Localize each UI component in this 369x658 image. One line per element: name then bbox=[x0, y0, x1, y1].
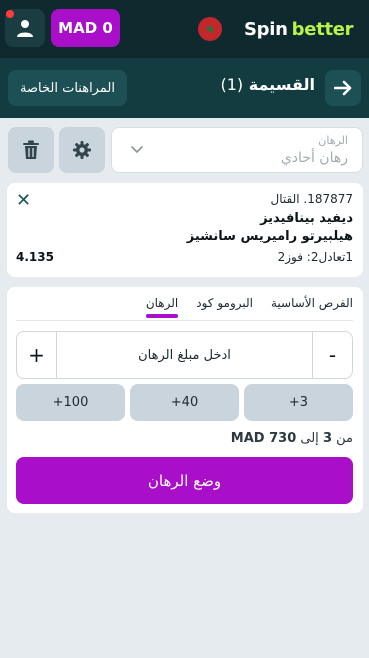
spinbetter-logo[interactable]: Spin better bbox=[244, 17, 354, 41]
arrow-right-icon bbox=[334, 80, 352, 96]
stake-panel: الرهان البرومو كود الفرص الأساسية + ادخل… bbox=[7, 287, 363, 513]
trash-icon bbox=[23, 140, 39, 159]
range-to: إلى bbox=[300, 431, 319, 446]
tab-promo-code[interactable]: البرومو كود bbox=[196, 296, 253, 318]
clear-slip-button[interactable] bbox=[8, 127, 54, 173]
stake-stepper: + ادخل مبلغ الرهان - bbox=[16, 331, 353, 379]
bet-type-label: الرهان bbox=[318, 134, 348, 147]
range-prefix: من bbox=[336, 431, 353, 446]
quick-amount-100[interactable]: +100 bbox=[16, 384, 125, 421]
user-icon bbox=[17, 20, 33, 37]
back-button[interactable] bbox=[325, 70, 361, 106]
tab-basic-chances[interactable]: الفرص الأساسية bbox=[271, 296, 353, 318]
notification-dot bbox=[6, 10, 14, 18]
page-title: القسيمة (1) bbox=[220, 75, 315, 94]
top-header: Spin better ★ MAD 0 bbox=[0, 0, 369, 58]
stake-input[interactable]: ادخل مبلغ الرهان bbox=[57, 332, 312, 378]
tab-bet[interactable]: الرهان bbox=[145, 296, 179, 318]
bet-slip-event-card: ✕ 187877. القتال ديفيد بينافيديز هيلبيرت… bbox=[7, 183, 363, 277]
bet-type-select[interactable]: الرهان رهان أحادي bbox=[111, 127, 363, 173]
event-league: 187877. القتال bbox=[270, 192, 354, 206]
range-min: 3 bbox=[322, 431, 332, 446]
bet-type-value: رهان أحادي bbox=[280, 150, 348, 166]
quick-amount-40[interactable]: +40 bbox=[130, 384, 239, 421]
stake-tabs: الرهان البرومو كود الفرص الأساسية bbox=[145, 296, 353, 318]
event-team-2: هيلبيرتو راميريس سانشيز bbox=[186, 229, 353, 244]
decrease-stake-button[interactable]: - bbox=[312, 332, 352, 378]
event-market: 1تعادل2: فوز2 bbox=[277, 250, 353, 264]
event-team-1: ديفيد بينافيديز bbox=[260, 211, 353, 226]
logo-better-text: better bbox=[291, 18, 354, 40]
increase-stake-button[interactable]: + bbox=[17, 332, 57, 378]
tabs-divider bbox=[16, 320, 353, 321]
settings-button[interactable] bbox=[59, 127, 105, 173]
slip-title-text: القسيمة bbox=[248, 75, 315, 94]
private-bets-button[interactable]: المراهنات الخاصة bbox=[8, 70, 127, 106]
slip-count: (1) bbox=[220, 75, 244, 94]
range-max: MAD 730 bbox=[230, 431, 297, 446]
close-icon[interactable]: ✕ bbox=[16, 190, 31, 211]
morocco-flag-icon[interactable]: ★ bbox=[198, 17, 222, 41]
stake-range: من 3 إلى MAD 730 bbox=[231, 431, 353, 446]
event-odds: 4.135 bbox=[16, 250, 54, 264]
logo-spin-text: Spin bbox=[244, 18, 288, 40]
gear-icon bbox=[73, 141, 91, 159]
quick-amount-3[interactable]: +3 bbox=[244, 384, 353, 421]
chevron-down-icon bbox=[131, 146, 143, 154]
bet-slip-header: القسيمة (1) المراهنات الخاصة bbox=[0, 58, 369, 118]
place-bet-button[interactable]: وضع الرهان bbox=[16, 457, 353, 504]
balance-button[interactable]: MAD 0 bbox=[51, 9, 120, 47]
